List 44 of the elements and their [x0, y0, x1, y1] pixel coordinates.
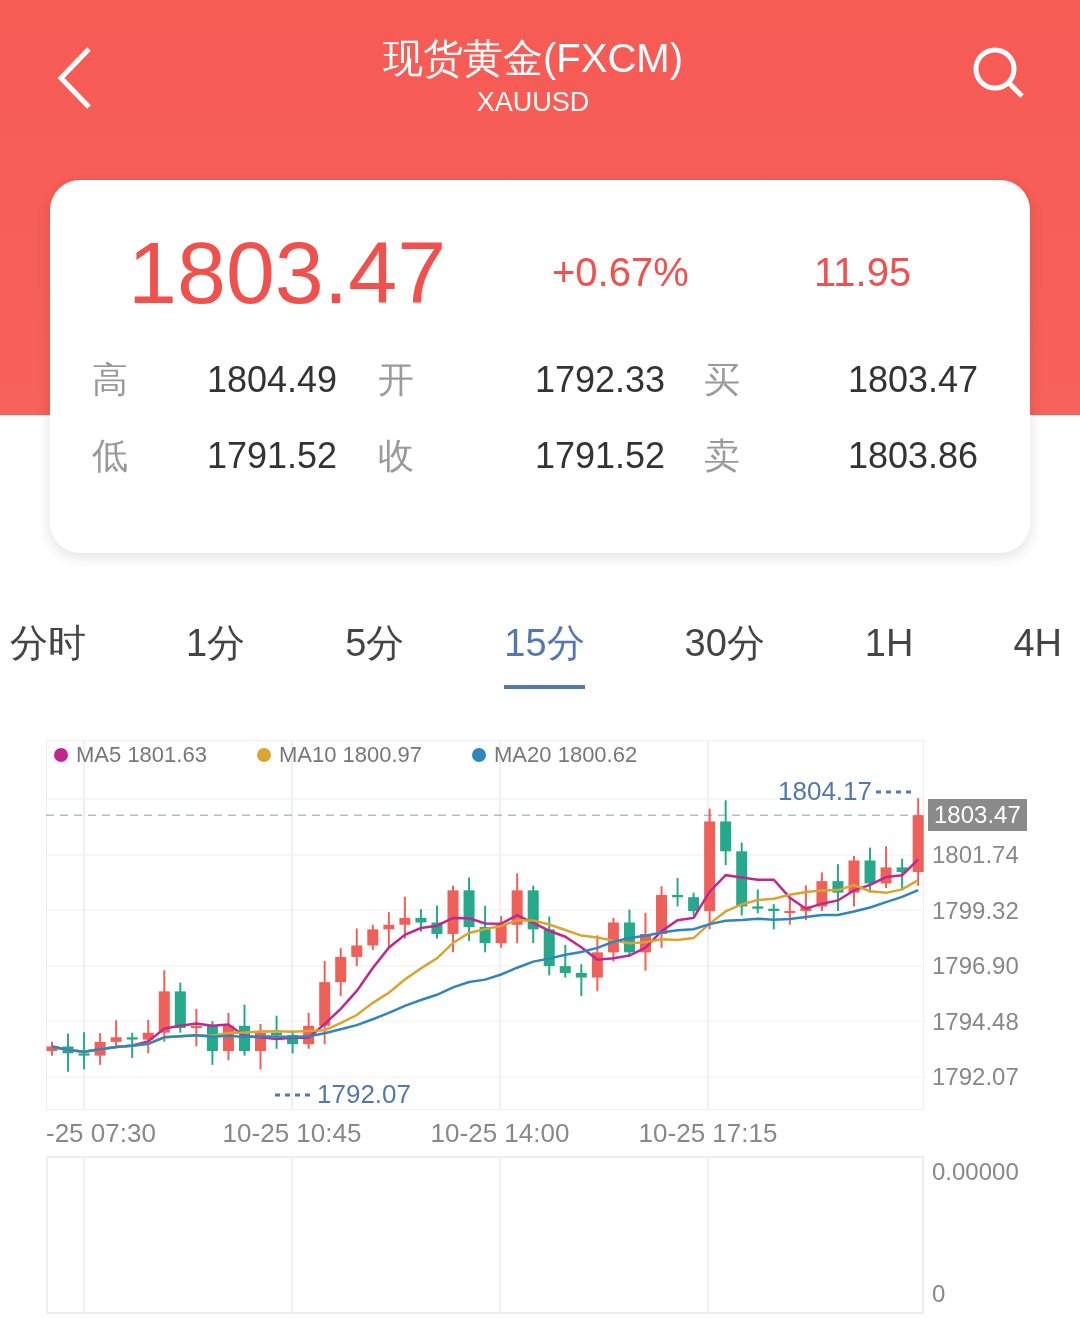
- stat-value: 1791.52: [535, 434, 667, 478]
- page-title: 现货黄金(FXCM): [383, 35, 683, 82]
- leader-line: [876, 789, 914, 794]
- stat-label: 低: [92, 434, 129, 478]
- leader-line: [275, 1092, 313, 1097]
- interval-tab[interactable]: 4H: [1013, 601, 1062, 689]
- stat-value: 1803.47: [848, 358, 980, 402]
- axis-tick: 0.00000: [932, 1158, 1019, 1186]
- interval-tab[interactable]: 15分: [504, 601, 585, 689]
- axis-tick: 1794.48: [932, 1007, 1019, 1036]
- axis-tick: 10-25 10:45: [222, 1118, 362, 1149]
- stat-label: 高: [92, 358, 129, 402]
- stat-value: 1804.49: [207, 358, 339, 402]
- stat-value: 1791.52: [207, 434, 339, 478]
- axis-tick: -25 07:30: [46, 1118, 156, 1149]
- interval-tab[interactable]: 1分: [186, 601, 246, 689]
- stat-value: 1803.86: [848, 434, 980, 478]
- current-price-tag: 1803.47: [928, 799, 1027, 832]
- stat-label: 收: [378, 434, 415, 478]
- interval-tab[interactable]: 1H: [864, 601, 914, 689]
- interval-tab[interactable]: 30分: [684, 601, 765, 689]
- interval-tab[interactable]: 5分: [345, 601, 405, 689]
- high-price-label: 1804.17: [778, 776, 872, 808]
- low-price-label: 1792.07: [317, 1079, 411, 1110]
- axis-tick: 0: [932, 1280, 947, 1308]
- change-amount: 11.95: [814, 250, 913, 295]
- axis-tick: 1799.32: [932, 896, 1019, 925]
- stat-label: 买: [704, 358, 741, 402]
- interval-tab[interactable]: 分时: [10, 601, 86, 689]
- stat-label: 卖: [704, 434, 741, 478]
- search-icon[interactable]: [971, 45, 1025, 99]
- legend-label: MA10 1800.97: [278, 742, 423, 768]
- symbol-code: XAUUSD: [476, 86, 590, 119]
- stat-label: 开: [378, 358, 415, 402]
- axis-tick: 10-25 14:00: [430, 1118, 570, 1149]
- axis-tick: 1792.07: [932, 1063, 1019, 1091]
- change-percent: +0.67%: [552, 250, 690, 295]
- axis-tick: 1796.90: [932, 952, 1019, 981]
- last-price: 1803.47: [128, 221, 448, 324]
- axis-tick: 10-25 17:15: [638, 1118, 778, 1149]
- legend-label: MA5 1801.63: [76, 742, 207, 768]
- legend-label: MA20 1800.62: [494, 742, 638, 768]
- stat-value: 1792.33: [535, 358, 667, 402]
- axis-tick: 1801.74: [932, 840, 1019, 869]
